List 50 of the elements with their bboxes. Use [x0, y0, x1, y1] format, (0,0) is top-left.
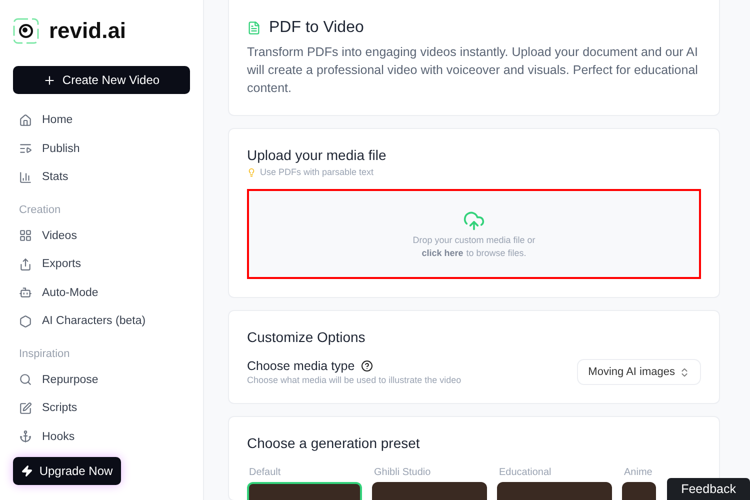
brand-name: revid.ai [49, 18, 126, 44]
nav-item[interactable]: AI Characters (beta) [13, 307, 190, 336]
share-icon [19, 258, 32, 271]
nav-item[interactable]: Home [13, 106, 190, 134]
preset-label: Educational [498, 467, 552, 478]
nav-item[interactable]: Auto-Mode [13, 278, 190, 307]
feedback-button[interactable]: Feedback [667, 478, 750, 500]
upgrade-now-button[interactable]: Upgrade Now [13, 457, 121, 485]
preset-label: Anime [623, 467, 654, 478]
create-new-video-button[interactable]: Create New Video [13, 66, 190, 94]
lightning-icon [21, 465, 34, 477]
section-heading: Customize Options [247, 329, 366, 345]
nav-item[interactable]: Videos [13, 222, 190, 250]
page-title: PDF to Video [269, 19, 364, 37]
plus-icon [43, 74, 56, 86]
hexagon-icon [19, 314, 32, 328]
grid-icon [19, 229, 32, 242]
help-icon[interactable] [360, 360, 373, 372]
robot-icon [19, 286, 32, 300]
page-description: Transform PDFs into engaging videos instantly. Upload your document and our AI will create a professional video with voiceover and visuals. Perfect for educational content. [247, 44, 699, 97]
drop-text: Drop your custom media file or [412, 235, 536, 245]
photo-placeholder[interactable] [247, 482, 362, 500]
section-title: Creation [19, 204, 62, 216]
home-icon [19, 114, 32, 127]
upload-hint: Use PDFs with parsable text [260, 167, 374, 177]
preset-label: Default [248, 467, 282, 478]
nav-item[interactable]: Publish [13, 134, 190, 163]
lightbulb-icon [247, 168, 256, 176]
cloud-upload-icon [463, 210, 485, 232]
nav-item[interactable]: Scripts [13, 394, 190, 422]
nav-item[interactable]: Repurpose [13, 366, 190, 394]
search-icon [19, 373, 32, 386]
field-label: Choose media type [247, 359, 355, 373]
field-description: Choose what media will be used to illustrate the video [247, 375, 462, 385]
media-type-select[interactable]: Moving AI images [577, 359, 701, 385]
section-heading: Upload your media file [247, 147, 388, 163]
preset-label: Ghibli Studio [373, 467, 432, 478]
logo-icon [13, 18, 39, 44]
drop-text: to browse files. [466, 248, 526, 258]
section-title: Inspiration [19, 348, 71, 360]
pdf-file-icon [247, 21, 261, 35]
photo-placeholder[interactable] [622, 482, 656, 500]
edit-icon [19, 402, 32, 415]
nav-item[interactable]: Hooks [13, 422, 190, 451]
list-icon [19, 142, 32, 156]
section-heading: Choose a generation preset [247, 435, 421, 451]
nav-item[interactable]: Exports [13, 250, 190, 278]
chevrons-icon [679, 366, 690, 378]
bar-chart-icon [19, 170, 32, 184]
nav-item[interactable]: Stats [13, 163, 190, 192]
